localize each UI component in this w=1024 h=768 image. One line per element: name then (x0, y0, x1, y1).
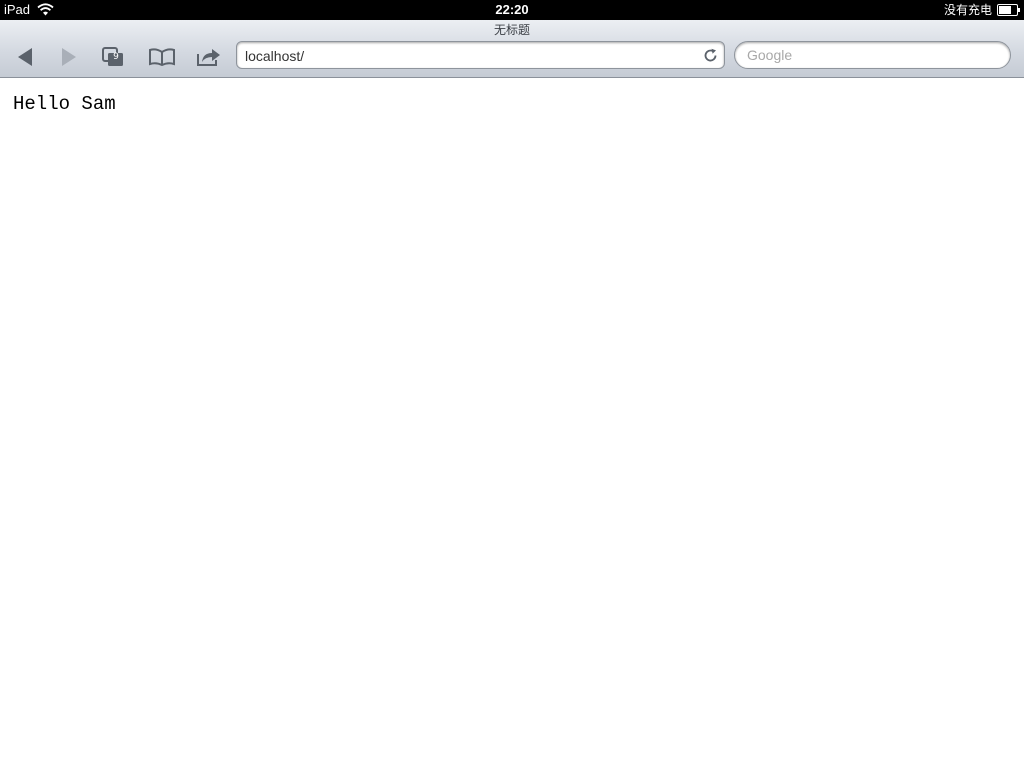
reload-icon[interactable] (703, 48, 718, 63)
page-title: 无标题 (493, 23, 530, 37)
back-button[interactable] (12, 44, 38, 70)
forward-arrow-icon (62, 48, 76, 66)
share-button[interactable] (195, 44, 223, 70)
greeting-text: Hello Sam (13, 93, 116, 115)
address-text: localhost/ (245, 48, 305, 64)
search-input[interactable] (734, 41, 1011, 69)
tabs-button[interactable]: 9 (100, 44, 126, 70)
status-bar: iPad 22:20 没有充电 (0, 0, 1024, 20)
share-icon (197, 49, 220, 66)
forward-button[interactable] (56, 44, 82, 70)
bookmarks-book-icon (149, 48, 175, 66)
page-content: Hello Sam (0, 78, 1024, 768)
charge-status: 没有充电 (943, 3, 992, 17)
browser-toolbar: 无标题 9 localhost/ (0, 20, 1024, 78)
tab-count: 9 (113, 52, 119, 62)
bookmarks-button[interactable] (147, 44, 177, 70)
address-bar[interactable]: localhost/ (236, 41, 725, 69)
back-arrow-icon (18, 48, 32, 66)
status-time: 22:20 (495, 2, 529, 17)
battery-icon (997, 4, 1020, 16)
